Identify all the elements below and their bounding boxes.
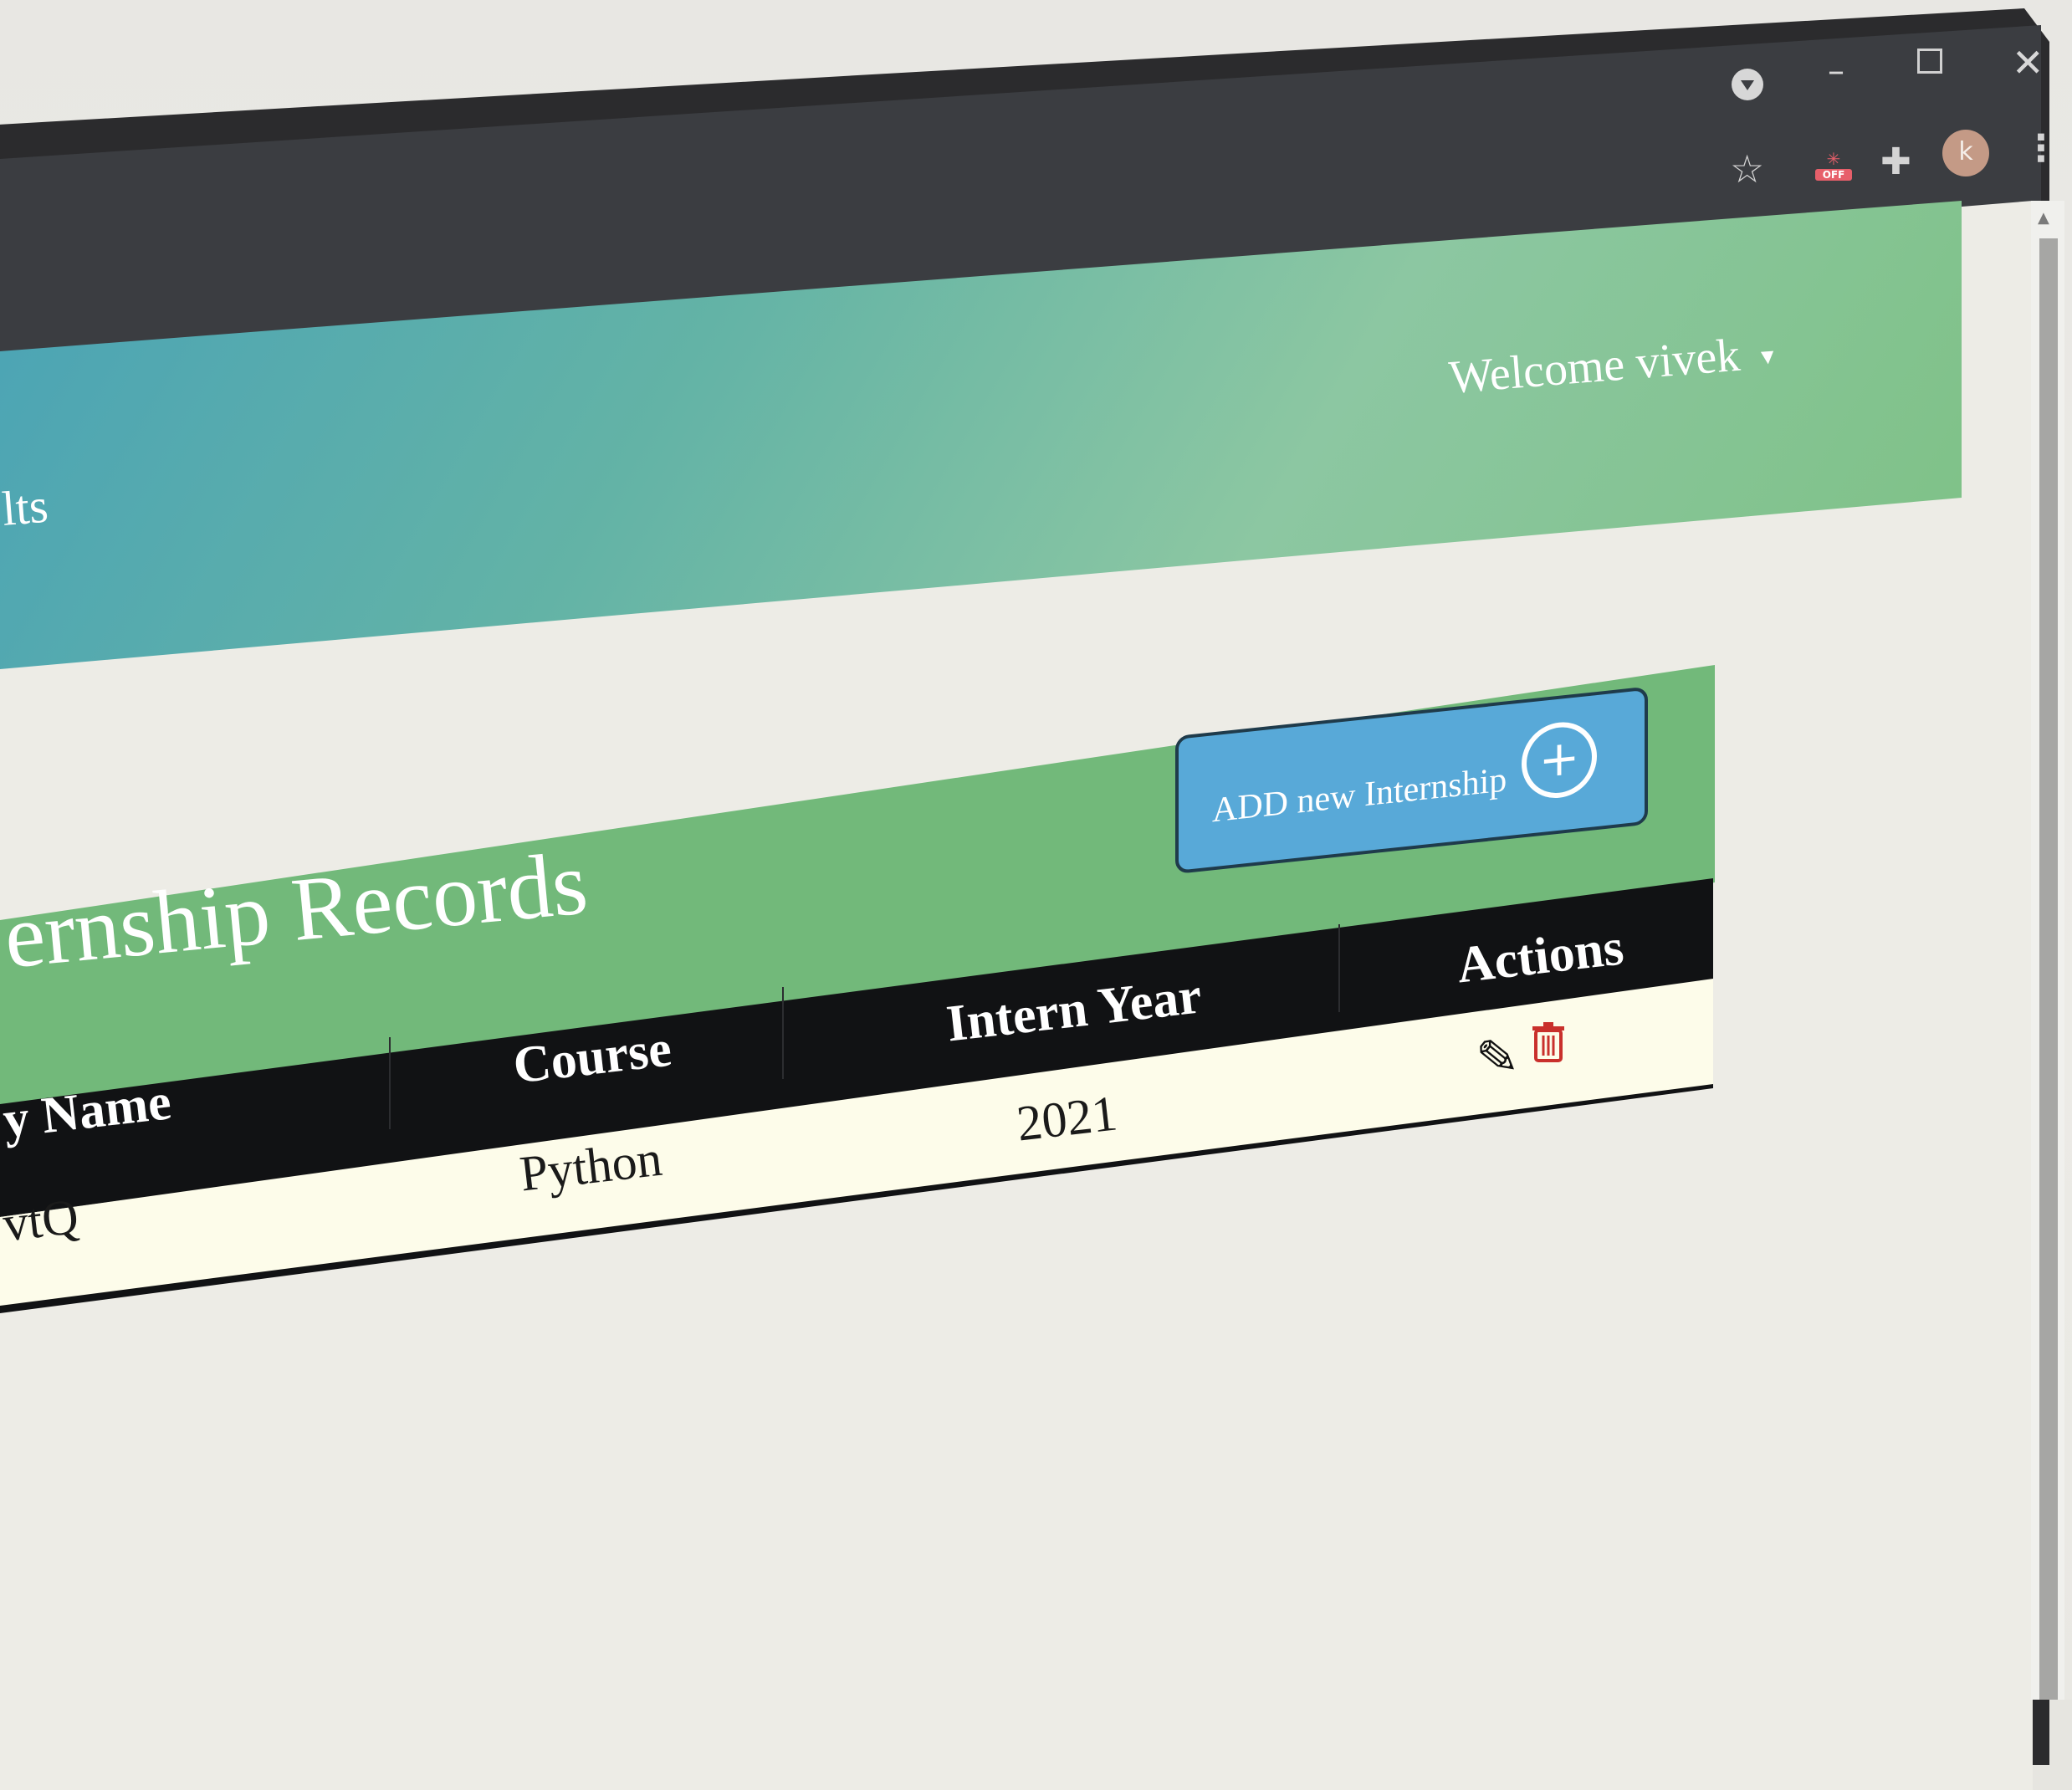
add-internship-label: ADD new Internship bbox=[1212, 760, 1507, 831]
extension-off-icon[interactable]: ✳ OFF bbox=[1815, 149, 1852, 186]
column-divider bbox=[389, 1037, 391, 1129]
extension-off-badge: OFF bbox=[1815, 169, 1852, 181]
star-icon[interactable]: ☆ bbox=[1730, 146, 1764, 192]
minimize-icon[interactable]: – bbox=[1828, 52, 1844, 90]
avatar-letter: k bbox=[1958, 137, 1973, 166]
cell-company-name: vtQ bbox=[0, 1188, 82, 1252]
profile-menu-icon[interactable] bbox=[1732, 69, 1763, 100]
nav-link-results[interactable]: lts bbox=[0, 478, 50, 537]
cell-intern-year: 2021 bbox=[1014, 1085, 1120, 1152]
puzzle-icon[interactable]: ✚ bbox=[1880, 141, 1911, 183]
kebab-menu-icon[interactable]: ⋮ bbox=[2023, 127, 2059, 170]
scroll-up-arrow-icon[interactable]: ▲ bbox=[2038, 209, 2049, 227]
pencil-icon[interactable]: ✎ bbox=[1473, 1027, 1521, 1090]
plus-icon: + bbox=[1522, 719, 1597, 802]
column-divider bbox=[1338, 924, 1340, 1012]
scrollbar-thumb[interactable] bbox=[2039, 238, 2058, 1700]
column-divider bbox=[782, 987, 784, 1079]
trash-icon[interactable] bbox=[1532, 1022, 1564, 1062]
close-icon[interactable]: ✕ bbox=[2012, 40, 2044, 85]
avatar[interactable]: k bbox=[1942, 130, 1989, 176]
maximize-icon[interactable] bbox=[1917, 49, 1942, 74]
caret-down-icon: ▼ bbox=[1756, 344, 1780, 371]
